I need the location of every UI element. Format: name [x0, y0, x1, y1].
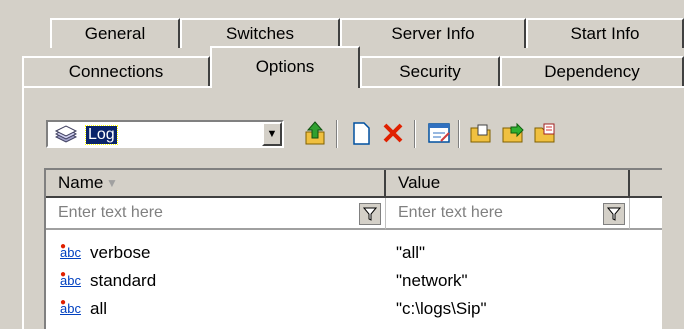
import-button[interactable] [498, 118, 528, 148]
row-value: "all" [396, 243, 426, 262]
toolbar-separator [414, 120, 416, 148]
row-name: verbose [90, 243, 151, 262]
tab-label: Dependency [544, 62, 640, 81]
row-name: all [90, 299, 108, 318]
filter-name-input[interactable]: Enter text here [46, 198, 386, 230]
export-button[interactable] [530, 118, 560, 148]
filter-icon[interactable] [359, 203, 381, 225]
toolbar-separator [336, 120, 338, 148]
folder-import-icon [502, 122, 524, 143]
column-header-label: Name [58, 173, 104, 192]
toolbar-separator [458, 120, 460, 148]
options-grid[interactable]: Name ▼ Value Enter text here Enter text … [44, 168, 662, 329]
row-value: "network" [396, 271, 468, 290]
string-type-icon: abc ● [60, 297, 81, 316]
tab-label: Switches [225, 24, 295, 43]
sort-arrow-icon: ▼ [106, 176, 118, 190]
combo-value: Log [85, 125, 118, 145]
filter-spacer [630, 198, 662, 230]
row-value: "c:\logs\Sip" [396, 299, 487, 318]
delete-icon [383, 123, 403, 143]
up-level-button[interactable] [300, 118, 330, 148]
edit-icon [428, 123, 450, 143]
tab-server-info[interactable]: Server Info [340, 18, 526, 48]
tab-general[interactable]: General [50, 18, 180, 48]
tab-security[interactable]: Security [360, 56, 500, 88]
folder-open-icon [470, 124, 491, 143]
chevron-down-icon[interactable]: ▼ [262, 122, 282, 146]
category-combo[interactable]: Log ▼ [46, 120, 284, 148]
open-button[interactable] [466, 118, 496, 148]
tab-label: Server Info [391, 24, 475, 43]
folder-export-icon [534, 123, 555, 143]
tab-label: Connections [68, 62, 164, 81]
column-header-label: Value [398, 173, 441, 192]
delete-button[interactable] [378, 118, 408, 148]
tab-label: General [84, 24, 146, 43]
folder-up-icon [305, 121, 325, 145]
edit-button[interactable] [424, 118, 454, 148]
new-document-icon [353, 122, 370, 145]
tab-options[interactable]: Options [210, 46, 360, 88]
column-header-name[interactable]: Name ▼ [46, 170, 386, 198]
tab-label: Start Info [570, 24, 640, 43]
tab-label: Security [399, 62, 461, 81]
row-name: standard [90, 271, 157, 290]
tab-dependency[interactable]: Dependency [500, 56, 684, 88]
filter-icon[interactable] [603, 203, 625, 225]
log-icon [54, 125, 78, 148]
tab-start-info[interactable]: Start Info [526, 18, 684, 48]
column-header-spacer [630, 170, 662, 198]
column-header-value[interactable]: Value [386, 170, 630, 198]
tab-connections[interactable]: Connections [22, 56, 210, 88]
tab-switches[interactable]: Switches [180, 18, 340, 48]
tab-label: Options [255, 57, 315, 76]
filter-value-input[interactable]: Enter text here [386, 198, 630, 230]
new-button[interactable] [346, 118, 376, 148]
